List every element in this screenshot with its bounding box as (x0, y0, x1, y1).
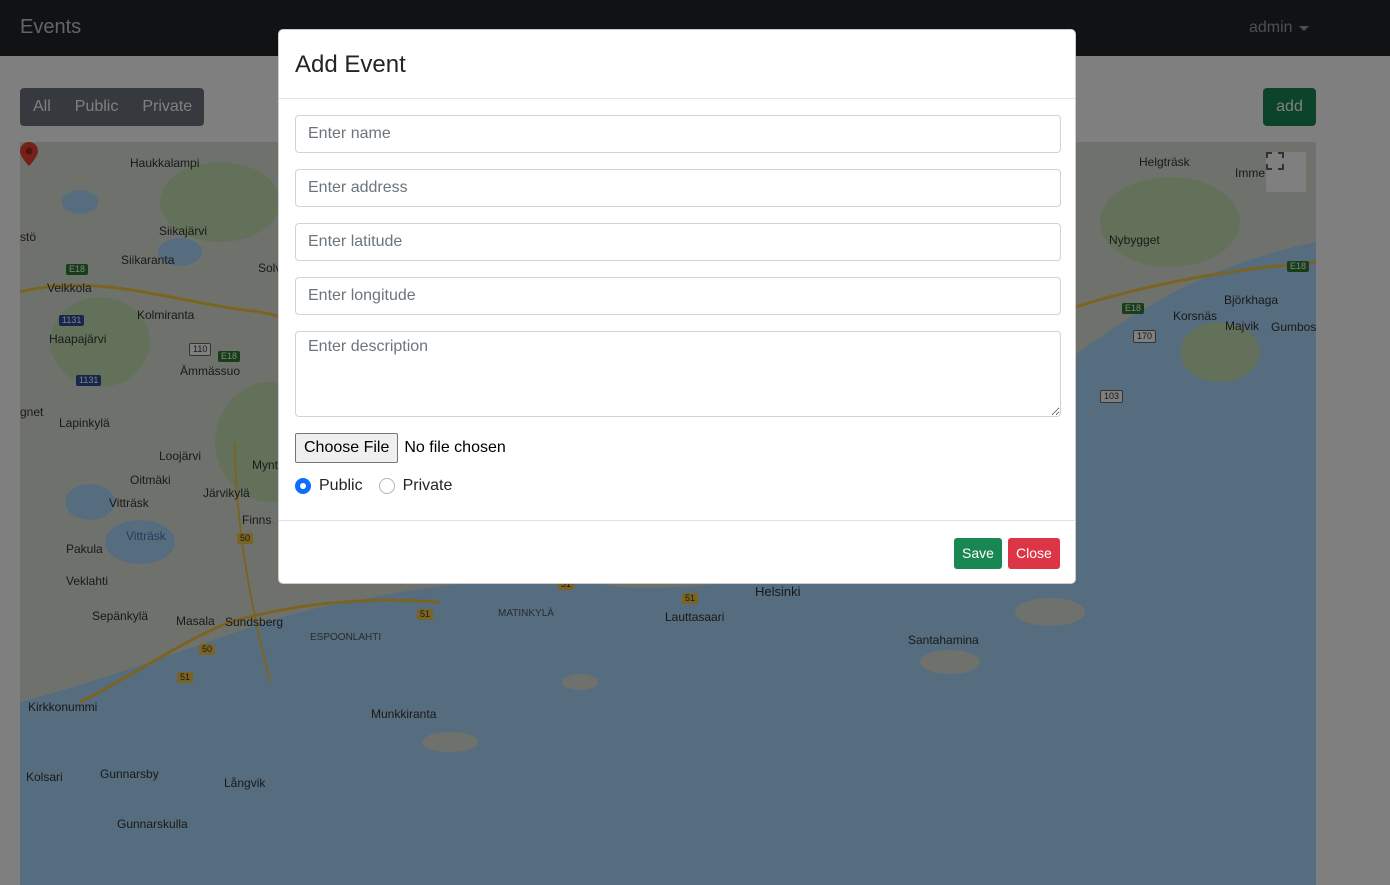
radio-unchecked-icon (378, 478, 395, 494)
longitude-input[interactable] (295, 277, 1061, 315)
latitude-input[interactable] (295, 223, 1061, 261)
save-button[interactable]: Save (954, 538, 1002, 569)
add-event-modal: Add Event Choose File No file chosen Pub… (278, 29, 1076, 584)
modal-title: Add Event (295, 51, 406, 78)
choose-file-button[interactable]: Choose File (295, 433, 399, 463)
modal-body: Choose File No file chosen Public Privat… (279, 99, 1075, 511)
modal-header: Add Event (279, 30, 1075, 99)
file-input: Choose File No file chosen (295, 433, 1059, 463)
description-input[interactable] (295, 331, 1061, 417)
name-input[interactable] (295, 115, 1061, 153)
file-status: No file chosen (404, 439, 506, 456)
modal-footer: Save Close (279, 520, 1075, 584)
radio-checked-icon (295, 478, 311, 494)
visibility-radio-group: Public Private (295, 477, 1059, 495)
close-button[interactable]: Close (1008, 538, 1060, 569)
private-radio-label: Private (402, 477, 453, 494)
public-radio-label: Public (319, 477, 363, 494)
public-radio[interactable]: Public (295, 477, 363, 495)
address-input[interactable] (295, 169, 1061, 207)
private-radio[interactable]: Private (378, 477, 453, 495)
